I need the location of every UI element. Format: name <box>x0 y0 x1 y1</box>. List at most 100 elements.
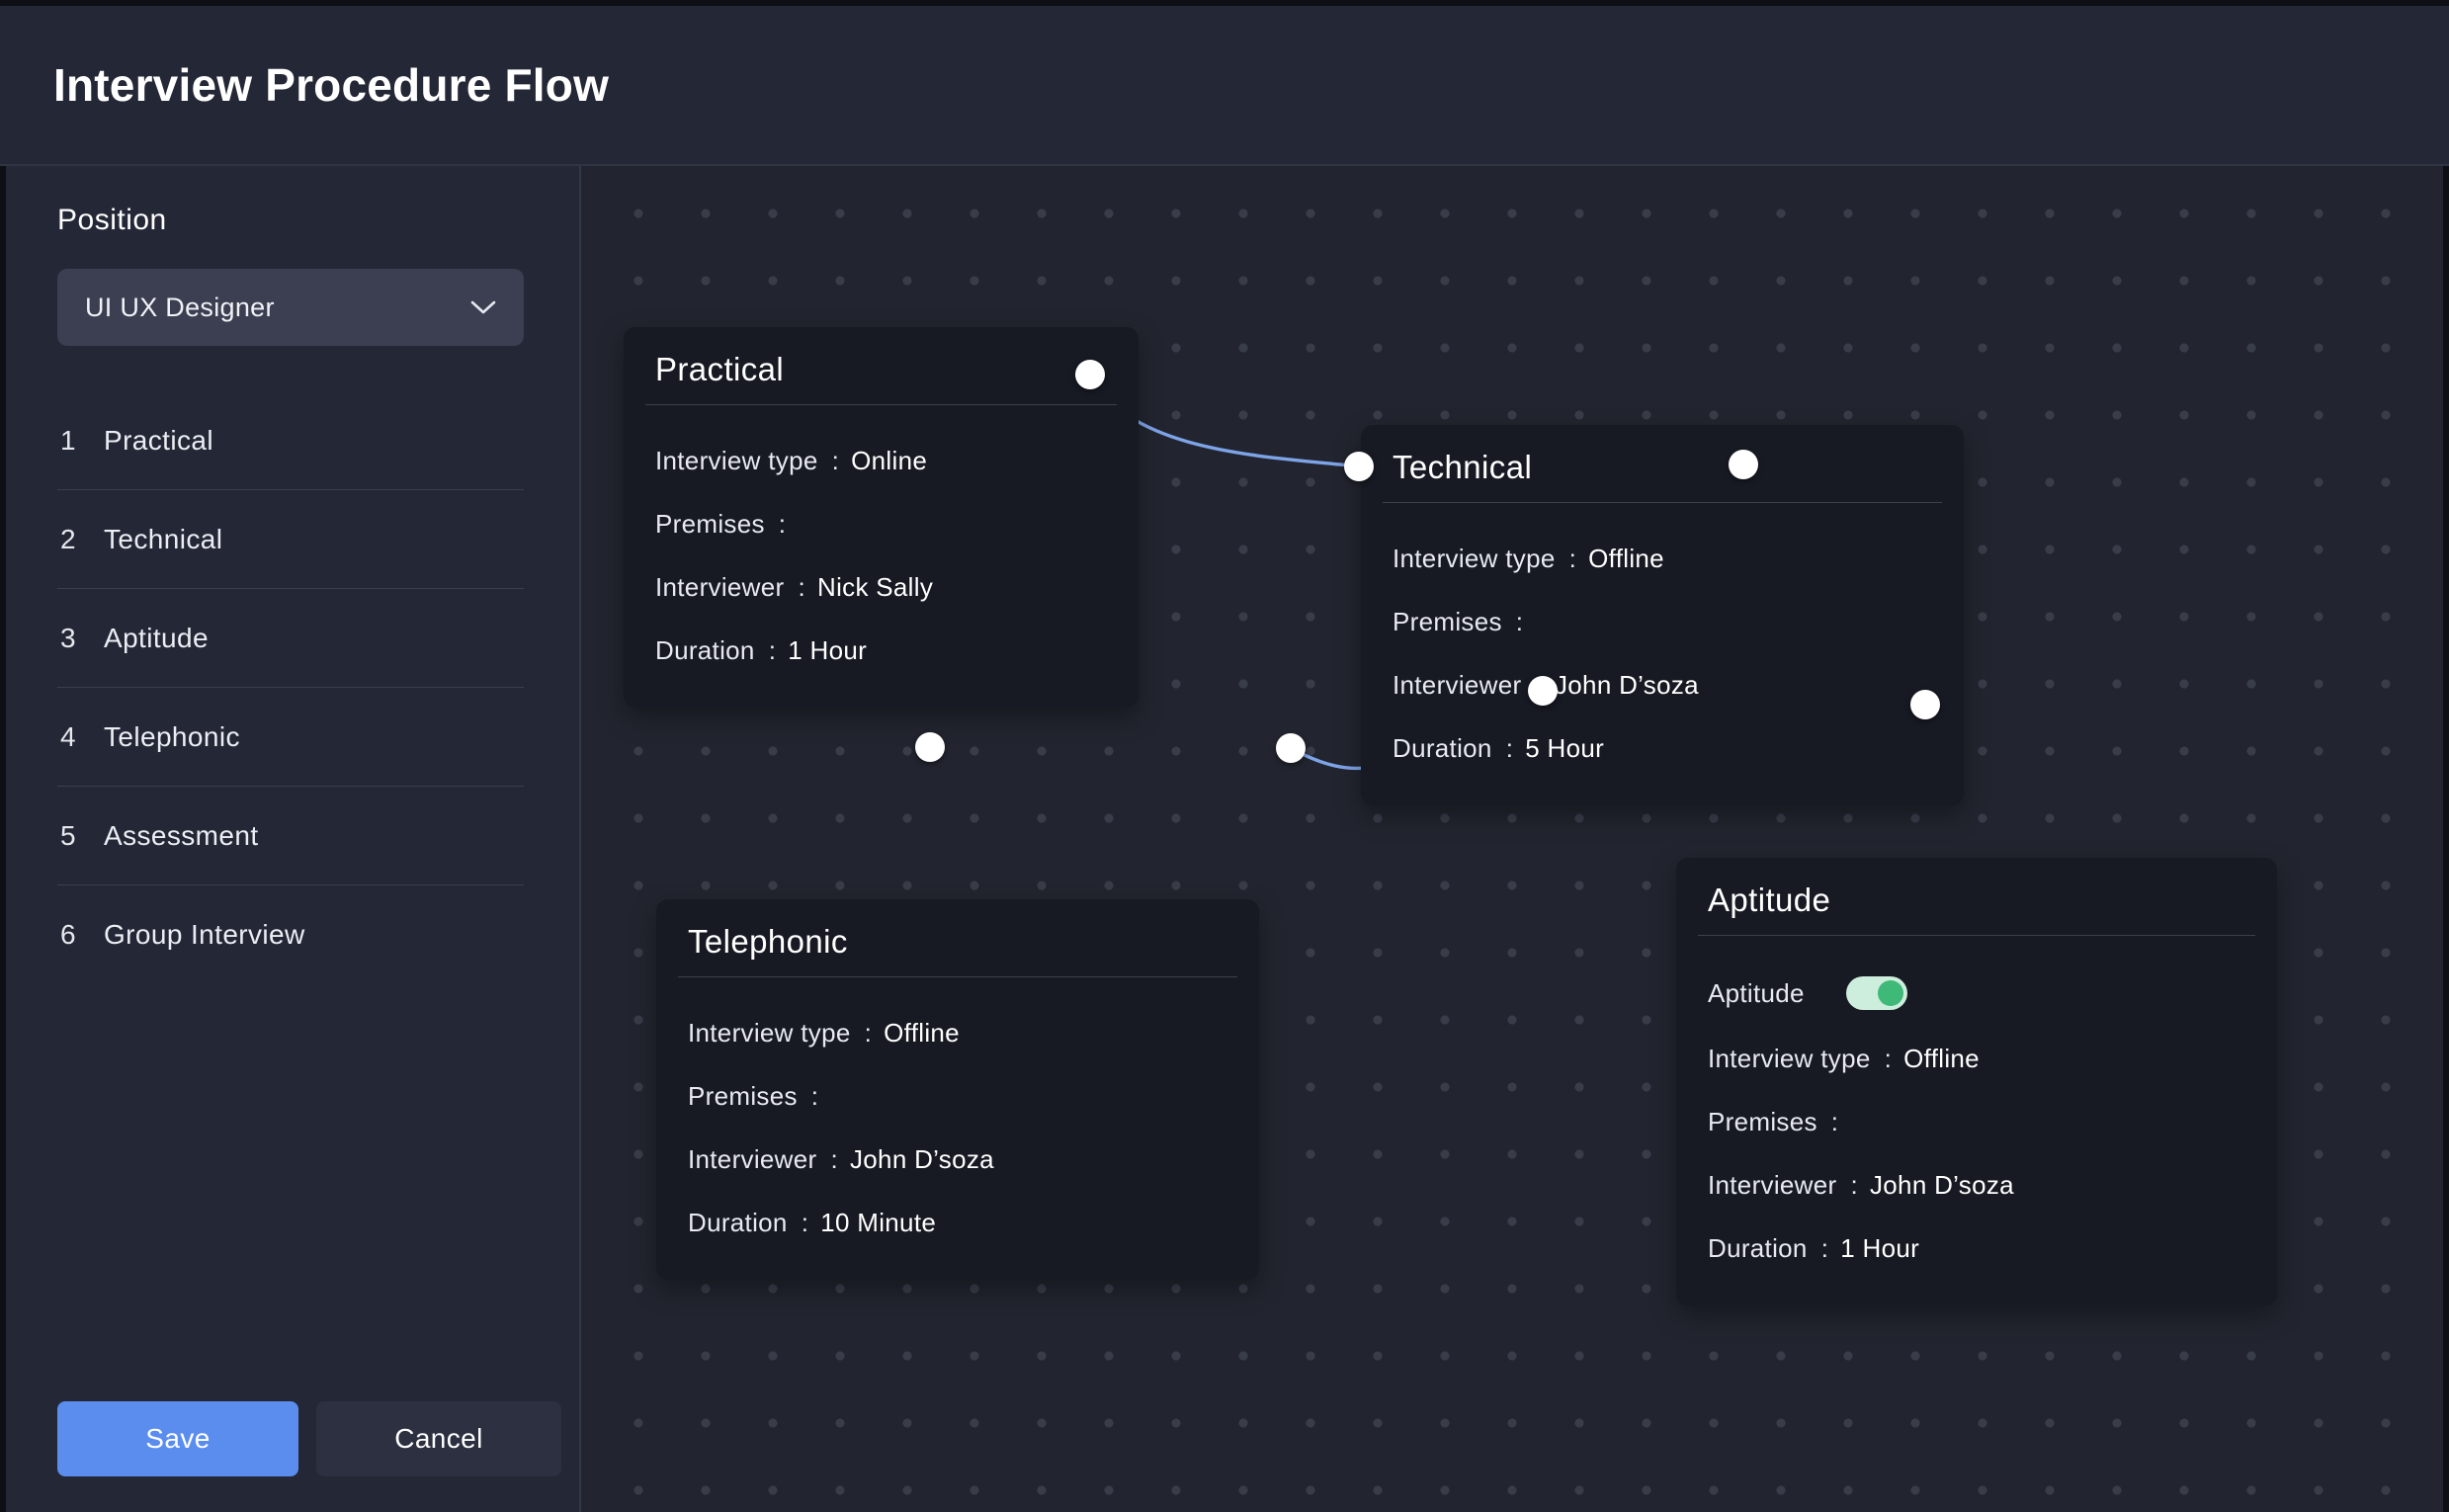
sidebar-item-technical[interactable]: 2 Technical <box>57 490 524 589</box>
page-title: Interview Procedure Flow <box>53 58 609 112</box>
field-value: 10 Minute <box>820 1208 936 1238</box>
step-number: 6 <box>60 919 104 951</box>
field-value: 5 Hour <box>1525 733 1604 764</box>
field-value: Offline <box>884 1018 960 1049</box>
field-label: Interviewer <box>1393 670 1521 701</box>
sidebar-item-group-interview[interactable]: 6 Group Interview <box>57 885 524 984</box>
field-label: Interview type <box>655 446 818 476</box>
colon: : <box>816 1144 850 1175</box>
colon: : <box>1836 1170 1870 1201</box>
toggle-knob <box>1878 980 1903 1006</box>
colon: : <box>1817 1107 1851 1137</box>
field-label: Duration <box>1708 1233 1808 1264</box>
step-list: 1 Practical 2 Technical 3 Aptitude 4 Tel… <box>57 391 524 984</box>
row-interviewer: Interviewer : Nick Sally <box>655 555 1107 619</box>
field-label: Interview type <box>1708 1044 1871 1074</box>
sidebar-item-aptitude[interactable]: 3 Aptitude <box>57 589 524 688</box>
row-interviewer: Interviewer : John D’soza <box>688 1128 1227 1191</box>
node-technical[interactable]: Technical Interview type : Offline Premi… <box>1361 425 1964 805</box>
app-body: Position UI UX Designer 1 Practical 2 Te… <box>0 166 2449 1512</box>
colon: : <box>1502 607 1536 637</box>
field-value: John D’soza <box>1555 670 1699 701</box>
app-window: Interview Procedure Flow Position UI UX … <box>0 0 2449 1512</box>
step-number: 2 <box>60 524 104 555</box>
step-label: Telephonic <box>104 721 240 753</box>
row-duration: Duration : 10 Minute <box>688 1191 1227 1254</box>
field-label: Premises <box>1393 607 1502 637</box>
port-practical-out[interactable] <box>1075 360 1105 389</box>
sidebar-heading: Position <box>57 204 524 237</box>
row-interview-type: Interview type : Offline <box>1393 527 1932 590</box>
row-premises: Premises : <box>655 492 1107 555</box>
save-button[interactable]: Save <box>57 1401 298 1476</box>
row-interviewer: Interviewer : John D’soza <box>1708 1153 2245 1217</box>
node-header: Practical <box>645 327 1117 405</box>
colon: : <box>765 509 799 540</box>
node-title: Practical <box>655 351 1117 388</box>
colon: : <box>851 1018 885 1049</box>
row-premises: Premises : <box>1393 590 1932 653</box>
node-practical[interactable]: Practical Interview type : Online Premis… <box>624 327 1139 708</box>
row-interview-type: Interview type : Offline <box>688 1001 1227 1064</box>
port-telephonic-out[interactable] <box>1276 733 1306 763</box>
app-header: Interview Procedure Flow <box>0 0 2449 166</box>
cancel-button[interactable]: Cancel <box>316 1401 561 1476</box>
row-duration: Duration : 1 Hour <box>1708 1217 2245 1280</box>
colon: : <box>818 446 852 476</box>
step-number: 1 <box>60 425 104 457</box>
sidebar-item-practical[interactable]: 1 Practical <box>57 391 524 490</box>
row-premises: Premises : <box>688 1064 1227 1128</box>
port-technical-in[interactable] <box>1344 452 1374 481</box>
step-label: Group Interview <box>104 919 305 951</box>
field-value: 1 Hour <box>788 635 867 666</box>
field-value: Offline <box>1588 544 1664 574</box>
step-number: 5 <box>60 820 104 852</box>
step-label: Aptitude <box>104 623 209 654</box>
node-body: Aptitude Interview type : Offline Premis… <box>1676 936 2277 1305</box>
field-value: John D’soza <box>850 1144 994 1175</box>
field-value: Nick Sally <box>817 572 933 603</box>
step-label: Assessment <box>104 820 259 852</box>
row-interview-type: Interview type : Offline <box>1708 1027 2245 1090</box>
node-title: Aptitude <box>1708 882 2255 919</box>
sidebar-actions: Save Cancel <box>57 1401 561 1476</box>
step-number: 3 <box>60 623 104 654</box>
node-body: Interview type : Offline Premises : Inte… <box>656 977 1259 1280</box>
flow-canvas[interactable]: Practical Interview type : Online Premis… <box>581 166 2449 1512</box>
field-label: Interviewer <box>655 572 784 603</box>
sidebar-item-assessment[interactable]: 5 Assessment <box>57 787 524 885</box>
sidebar: Position UI UX Designer 1 Practical 2 Te… <box>0 166 581 1512</box>
step-number: 4 <box>60 721 104 753</box>
field-label: Premises <box>688 1081 798 1112</box>
port-technical-out[interactable] <box>1729 450 1758 479</box>
position-select[interactable]: UI UX Designer <box>57 269 524 346</box>
field-label: Interview type <box>1393 544 1556 574</box>
node-title: Telephonic <box>688 923 1237 961</box>
port-aptitude-in[interactable] <box>1528 676 1558 706</box>
field-label: Interviewer <box>1708 1170 1836 1201</box>
chevron-down-icon <box>470 299 496 315</box>
node-header: Telephonic <box>678 899 1237 977</box>
node-aptitude[interactable]: Aptitude Aptitude Interview type : Offli… <box>1676 858 2277 1305</box>
field-label: Interview type <box>688 1018 851 1049</box>
row-premises: Premises : <box>1708 1090 2245 1153</box>
colon: : <box>755 635 789 666</box>
colon: : <box>1556 544 1589 574</box>
colon: : <box>784 572 817 603</box>
node-title: Technical <box>1393 449 1942 486</box>
toggle-label: Aptitude <box>1708 978 1805 1009</box>
sidebar-item-telephonic[interactable]: 4 Telephonic <box>57 688 524 787</box>
node-header: Technical <box>1383 425 1942 503</box>
node-telephonic[interactable]: Telephonic Interview type : Offline Prem… <box>656 899 1259 1280</box>
field-value: 1 Hour <box>1840 1233 1919 1264</box>
colon: : <box>798 1081 831 1112</box>
port-telephonic-in[interactable] <box>915 732 945 762</box>
colon: : <box>1871 1044 1904 1074</box>
aptitude-toggle[interactable] <box>1846 976 1907 1010</box>
row-interviewer: Interviewer : John D’soza <box>1393 653 1932 716</box>
colon: : <box>788 1208 821 1238</box>
node-body: Interview type : Online Premises : Inter… <box>624 405 1139 708</box>
field-value: John D’soza <box>1870 1170 2014 1201</box>
field-label: Premises <box>1708 1107 1817 1137</box>
port-aptitude-out[interactable] <box>1910 690 1940 719</box>
